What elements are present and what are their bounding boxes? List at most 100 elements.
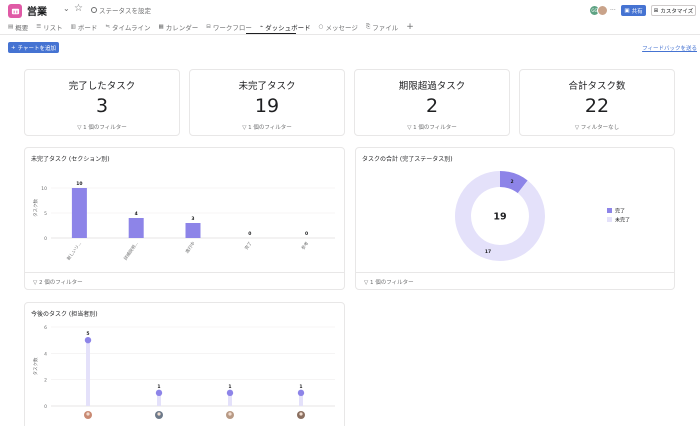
slice-label: 17	[485, 249, 491, 255]
calendar-icon: ▦	[158, 24, 164, 30]
y-axis-label: タスク数	[32, 199, 39, 217]
project-title[interactable]: 営業	[27, 3, 47, 18]
stat-filter[interactable]: ▽ フィルターなし	[520, 123, 674, 131]
tab-label: リスト	[43, 24, 63, 32]
workflow-icon: ⊟	[206, 24, 211, 30]
tab-timeline[interactable]: ≒ タイムライン	[105, 22, 150, 32]
data-label: 0	[248, 231, 251, 237]
filter-icon: ▽	[407, 125, 412, 131]
tab-dashboard[interactable]: ⌁ ダッシュボード	[260, 22, 311, 32]
filter-label: 1 個のフィルター	[413, 125, 457, 131]
donut-chart: 2 17 19 完了未完了	[455, 171, 630, 261]
slice-label: 2	[510, 179, 513, 185]
avatar-face	[157, 412, 161, 416]
data-label: 0	[305, 231, 308, 237]
y-tick-label: 4	[44, 351, 47, 357]
customize-icon: ⊞	[653, 7, 659, 14]
filter-label: 1 個のフィルター	[248, 125, 292, 131]
avatar-face	[299, 412, 303, 416]
lollipop-stem	[86, 340, 90, 406]
stat-filter[interactable]: ▽ 1 個のフィルター	[190, 123, 344, 131]
customize-button[interactable]: ⊞ カスタマイズ	[651, 5, 696, 16]
divider	[356, 272, 674, 273]
filter-icon: ▽	[364, 280, 369, 286]
x-tick-label: 新しいリ...	[65, 240, 83, 261]
tab-calendar[interactable]: ▦ カレンダー	[159, 22, 199, 32]
tab-messages[interactable]: ○ メッセージ	[319, 22, 358, 32]
stat-card-completed[interactable]: 完了したタスク 3 ▽ 1 個のフィルター	[24, 69, 180, 136]
star-icon[interactable]: ☆	[74, 3, 83, 14]
x-tick-label: 進行中	[184, 240, 197, 255]
filter-label: フィルターなし	[580, 125, 620, 131]
bar-chart-card[interactable]: 未完了タスク (セクション別) 0 5 10 タスク数 10 新しいリ... 4 詳細説明..…	[24, 147, 345, 290]
stat-card-incomplete[interactable]: 未完了タスク 19 ▽ 1 個のフィルター	[189, 69, 345, 136]
lollipop-dot	[297, 389, 305, 397]
filter-label: 1 個のフィルター	[83, 125, 127, 131]
status-ring-icon	[91, 7, 97, 13]
lock-icon: ▣	[624, 7, 630, 14]
stat-title: 未完了タスク	[238, 81, 296, 92]
add-tab-icon[interactable]: +	[406, 23, 414, 32]
divider	[0, 34, 700, 35]
bar	[185, 223, 201, 238]
stat-value: 19	[254, 95, 280, 117]
data-label: 3	[191, 216, 194, 222]
more-members-icon: ···	[610, 7, 616, 14]
y-tick-label: 0	[44, 404, 47, 410]
stat-value: 2	[425, 95, 439, 117]
tab-files[interactable]: ⎘ ファイル	[365, 22, 399, 33]
dashboard-app: 営業 ⌄ ☆ ステータスを設定 GG ··· ▣ 共有 ⊞ カスタマイズ ▤ 概要…	[0, 0, 700, 426]
donut-chart-card[interactable]: タスクの合計 (完了ステータス別) 2 17 19 完了 未完了 ▽ 1 個のフィルター	[355, 147, 675, 290]
stat-filter[interactable]: ▽ 1 個のフィルター	[25, 123, 179, 131]
stat-filter[interactable]: ▽ 1 個のフィルター	[355, 123, 509, 131]
project-icon[interactable]	[8, 4, 22, 18]
stat-value: 22	[584, 95, 610, 117]
stat-card-total[interactable]: 合計タスク数 22 ▽ フィルターなし	[519, 69, 675, 136]
assignee-chart-card[interactable]: 今後のタスク (担当者別) 0 2 4 6 タスク数 5 1 1 1	[24, 302, 345, 426]
feedback-link[interactable]: フィードバックを送る	[642, 44, 697, 52]
overview-icon: ▤	[8, 24, 14, 30]
set-status-button[interactable]: ステータスを設定	[91, 5, 151, 15]
x-tick-label: 完了	[243, 240, 254, 251]
donut-center-value: 19	[493, 212, 506, 223]
data-label: 4	[135, 211, 138, 217]
y-tick-label: 6	[44, 325, 47, 331]
customize-label: カスタマイズ	[660, 8, 694, 15]
tab-overview[interactable]: ▤ 概要	[8, 22, 28, 32]
share-button[interactable]: ▣ 共有	[621, 5, 646, 16]
y-tick-label: 0	[44, 236, 47, 242]
tab-label: ファイル	[372, 24, 399, 32]
list-icon: ☰	[36, 24, 42, 30]
filter-label: 2 個のフィルター	[38, 280, 83, 286]
share-label: 共有	[631, 8, 643, 15]
filter-icon: ▽	[242, 125, 247, 131]
tab-label: カレンダー	[165, 24, 199, 32]
project-header: 営業 ⌄ ☆ ステータスを設定 GG ··· ▣ 共有 ⊞ カスタマイズ	[0, 0, 700, 20]
stat-title: 完了したタスク	[68, 81, 136, 92]
tab-label: ボード	[77, 24, 98, 32]
chart-filter[interactable]: ▽ 2 個のフィルター	[33, 278, 83, 286]
tab-list[interactable]: ☰ リスト	[36, 22, 62, 32]
x-tick-label: 参考	[300, 240, 311, 252]
member-avatars[interactable]: GG ···	[589, 5, 618, 16]
chevron-down-icon[interactable]: ⌄	[63, 4, 70, 13]
tab-workflow[interactable]: ⊟ ワークフロー	[206, 22, 252, 32]
bar	[128, 218, 144, 238]
avatar-face	[86, 412, 90, 416]
chart-filter[interactable]: ▽ 1 個のフィルター	[364, 278, 414, 286]
stat-card-overdue[interactable]: 期限超過タスク 2 ▽ 1 個のフィルター	[354, 69, 510, 136]
lollipop-dot	[155, 389, 163, 397]
avatar-face	[228, 412, 232, 416]
file-icon: ⎘	[365, 23, 371, 30]
data-label: 1	[299, 384, 302, 390]
legend-swatch	[607, 217, 612, 222]
filter-icon: ▽	[33, 280, 38, 286]
add-chart-button[interactable]: + チャートを追加	[8, 42, 59, 53]
data-label: 1	[228, 384, 231, 390]
legend-label: 未完了	[615, 217, 630, 224]
dashboard-icon: ⌁	[259, 24, 264, 30]
bar-chart: 0 5 10 タスク数 10 新しいリ... 4 詳細説明... 3 進行中 0 完了 0 参考	[32, 181, 335, 262]
filter-icon: ▽	[77, 125, 82, 131]
tab-board[interactable]: ▥ ボード	[71, 22, 98, 32]
y-tick-label: 5	[44, 211, 47, 217]
